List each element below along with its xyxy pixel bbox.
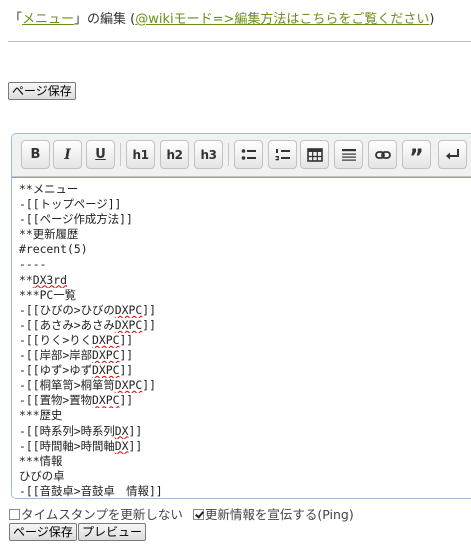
line-break-icon [445,148,459,159]
heading2-button[interactable]: h2 [160,140,189,169]
save-page-button-top[interactable]: ページ保存 [8,82,76,100]
h3-icon: h3 [200,147,217,162]
wiki-editor: B I U h1 h2 h3 ” **メニュー -[[トップページ]] -[[ペ… [11,133,471,499]
editor-line: -[[りく>りくDXPC]] [19,332,134,347]
ping-option[interactable]: 更新情報を宣伝する(Ping) [192,504,354,523]
editor-line: **更新履歴 [19,227,79,242]
h2-icon: h2 [166,147,183,162]
bold-button[interactable]: B [21,140,50,169]
editor-line: -[[時系列>時系列DX]] [19,423,143,438]
editor-line: -[[トップページ]] [19,197,122,212]
toolbar-separator [228,143,229,166]
timestamp-option[interactable]: タイムスタンプを更新しない [9,504,183,523]
editor-line: **DX3rd [19,272,68,287]
timestamp-label: タイムスタンプを更新しない [21,507,183,522]
edit-page-heading: 「メニュー」の編集 (@wikiモード=>編集方法はこちらをご覧ください) [9,8,469,27]
divider [8,41,471,42]
save-page-button-bottom[interactable]: ページ保存 [9,523,77,541]
numbered-list-button[interactable] [268,140,297,169]
editor-line: -[[音鼓卓>音鼓卓 情報]] [19,483,163,498]
bullet-list-button[interactable] [234,140,263,169]
page-name-link[interactable]: メニュー [22,12,74,27]
quote-button[interactable]: ” [402,140,431,169]
italic-icon: I [64,146,71,163]
editor-toolbar: B I U h1 h2 h3 ” [12,134,471,177]
editor-line: -[[あさみ>あさみDXPC]] [19,317,156,332]
table-button[interactable] [300,140,329,169]
preview-button[interactable]: プレビュー [78,523,147,541]
editor-line: -[[桐箪笥>桐箪笥DXPC]] [19,378,156,393]
bullet-list-icon [241,148,256,160]
edit-help-link[interactable]: @wikiモード=>編集方法はこちらをご覧ください [135,12,429,27]
editor-line: ひびの卓 [19,468,65,483]
heading-close: ) [429,12,435,27]
timestamp-checkbox[interactable] [9,509,20,520]
editor-line: ***歴史 [19,408,63,423]
link-button[interactable] [368,140,397,169]
wiki-source-textarea[interactable]: **メニュー -[[トップページ]] -[[ページ作成方法]] **更新履歴 #… [12,177,471,498]
editor-line: -[[ゆず>ゆずDXPC]] [19,363,134,378]
editor-line: ***PC一覧 [19,287,77,302]
horizontal-rule-button[interactable] [334,140,363,169]
editor-line: -[[ページ作成方法]] [19,212,133,227]
bold-icon: B [30,147,41,162]
h1-icon: h1 [132,147,149,162]
editor-line: #recent(5) [19,242,88,257]
italic-button[interactable]: I [53,140,82,169]
heading-suffix: 」の編集 ( [74,12,136,27]
editor-line: **メニュー [19,182,79,196]
heading1-button[interactable]: h1 [126,140,155,169]
editor-line: ---- [19,257,47,272]
quote-icon: ” [409,145,424,171]
editor-line: -[[置物>置物DXPC]] [19,393,134,408]
numbered-list-icon [275,148,290,160]
underline-icon: U [95,147,106,162]
ping-checkbox[interactable] [192,509,204,520]
underline-button[interactable]: U [86,140,115,169]
editor-line: -[[時間軸>時間軸DX]] [19,438,143,453]
horizontal-rule-icon [341,148,356,161]
heading-prefix: 「 [9,12,23,27]
newline-button[interactable] [438,140,467,169]
ping-label: 更新情報を宣伝する(Ping) [204,507,354,522]
editor-line: -[[岸部>岸部DXPC]] [19,348,134,363]
save-options: タイムスタンプを更新しない 更新情報を宣伝する(Ping) [9,504,471,523]
editor-line: -[[ひびの>ひびのDXPC]] [19,302,156,317]
link-icon [374,150,391,159]
editor-line: ***情報 [19,453,63,468]
heading3-button[interactable]: h3 [194,140,223,169]
table-icon [306,147,323,162]
toolbar-separator [120,143,121,166]
